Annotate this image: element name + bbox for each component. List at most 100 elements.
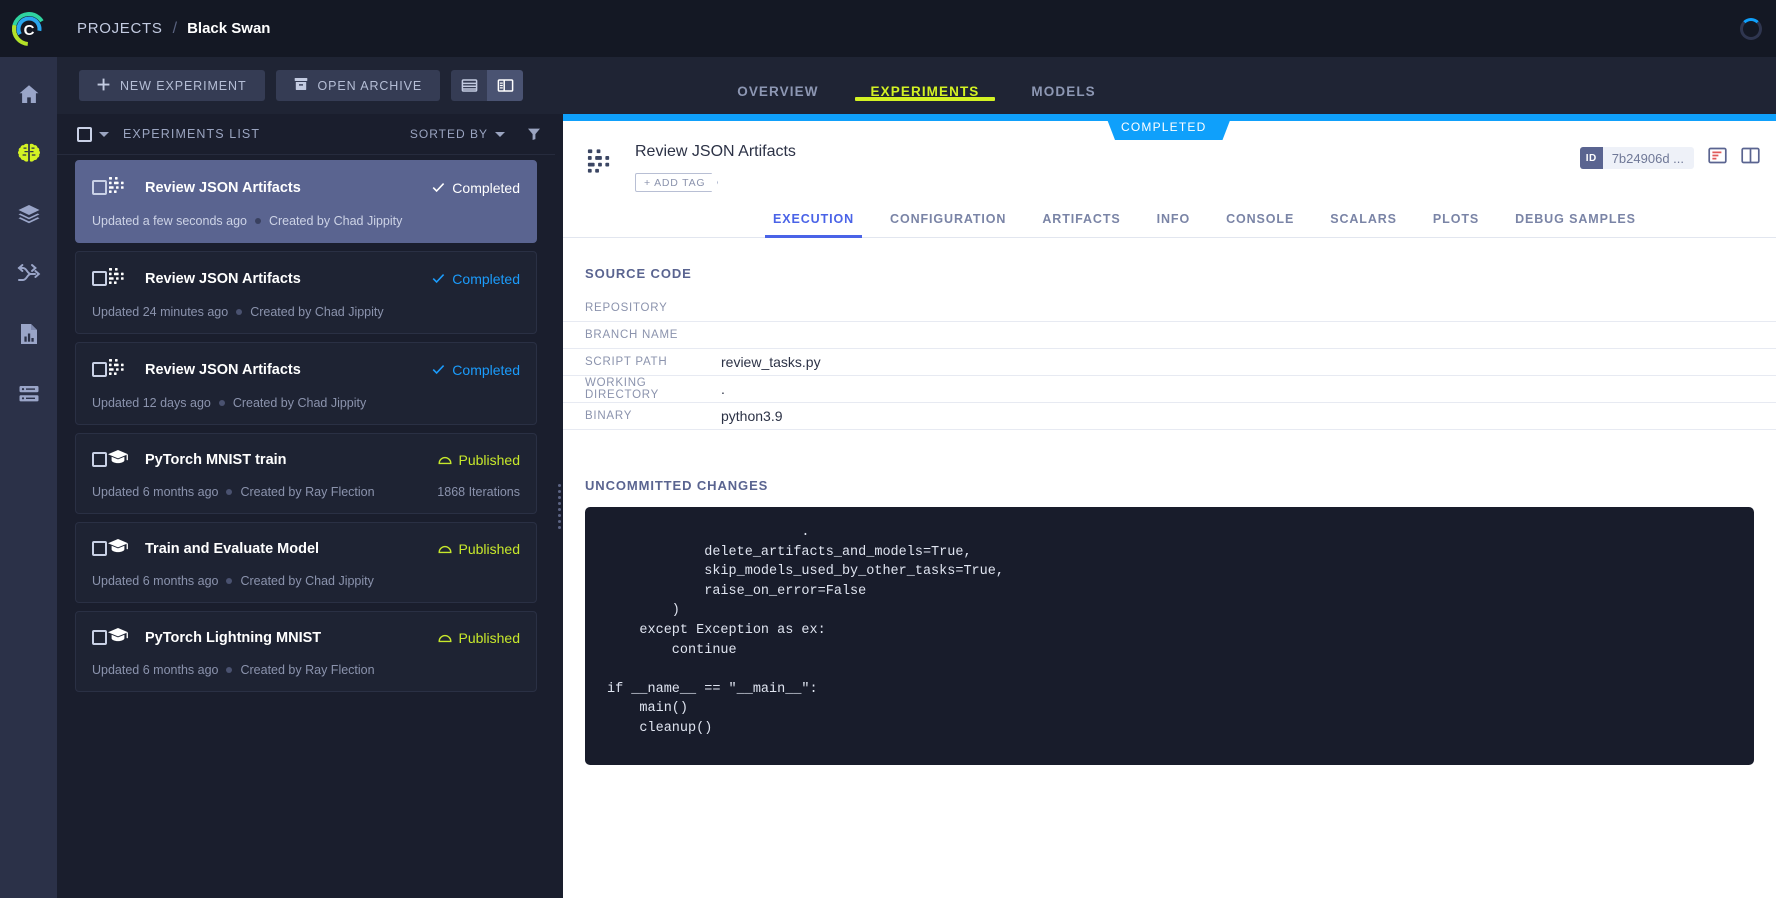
row-checkbox[interactable]: [92, 362, 107, 377]
sidebar-item-workflows[interactable]: [9, 255, 49, 293]
main-column: NEW EXPERIMENT OPEN ARCHIVE OVERVIEW EXP…: [57, 57, 1776, 898]
updated-text: Updated 24 minutes ago: [92, 305, 229, 319]
sorted-by-label: SORTED BY: [409, 127, 488, 141]
code-line: continue: [607, 642, 737, 658]
row-checkbox[interactable]: [92, 630, 107, 645]
list-item[interactable]: PyTorch MNIST train Published Updated 6 …: [75, 433, 537, 514]
new-experiment-button[interactable]: NEW EXPERIMENT: [79, 70, 265, 101]
row-checkbox[interactable]: [92, 271, 107, 286]
open-archive-button[interactable]: OPEN ARCHIVE: [275, 70, 441, 101]
check-icon: [432, 180, 445, 196]
source-code-section-title: SOURCE CODE: [585, 266, 692, 281]
row-key: WORKING DIRECTORY: [585, 377, 660, 401]
tab-debug-samples[interactable]: DEBUG SAMPLES: [1497, 212, 1654, 237]
compare-panel-icon[interactable]: [1741, 147, 1760, 169]
code-line: if __name__ == "__main__":: [607, 681, 818, 697]
code-line: main(): [607, 701, 689, 717]
list-item[interactable]: Train and Evaluate Model Published Updat…: [75, 522, 537, 603]
cloud-icon: [437, 630, 452, 646]
loading-spinner-icon: [1740, 17, 1762, 40]
list-item[interactable]: Review JSON Artifacts Completed Updated …: [75, 251, 537, 334]
row-value[interactable]: .: [721, 381, 725, 397]
list-item[interactable]: Review JSON Artifacts Completed Updated …: [75, 160, 537, 243]
open-archive-label: OPEN ARCHIVE: [317, 78, 423, 93]
code-line: raise_on_error=False: [607, 583, 867, 599]
list-item-primary-row: Review JSON Artifacts Completed: [92, 266, 520, 291]
check-icon: [432, 362, 445, 378]
status-badge: Published: [437, 541, 520, 557]
home-icon: [17, 82, 41, 106]
tab-console[interactable]: CONSOLE: [1208, 212, 1312, 237]
sidebar-item-datasets[interactable]: [9, 195, 49, 233]
list-item-name: PyTorch Lightning MNIST: [145, 629, 322, 646]
updated-text: Updated 12 days ago: [92, 396, 211, 410]
sidebar-item-reports[interactable]: [9, 315, 49, 353]
add-tag-button[interactable]: + ADD TAG: [635, 173, 718, 192]
row-value[interactable]: review_tasks.py: [721, 354, 821, 370]
tab-plots[interactable]: PLOTS: [1415, 212, 1497, 237]
list-item-primary-row: Review JSON Artifacts Completed: [92, 175, 520, 200]
row-value[interactable]: python3.9: [721, 408, 783, 424]
funnel-filter-icon[interactable]: [527, 127, 541, 141]
table-row: WORKING DIRECTORY .: [563, 376, 1776, 403]
experiments-list-scroll[interactable]: Review JSON Artifacts Completed Updated …: [57, 155, 555, 898]
tab-configuration[interactable]: CONFIGURATION: [872, 212, 1024, 237]
row-key: REPOSITORY: [585, 302, 668, 314]
sidebar-item-home[interactable]: [9, 75, 49, 113]
graduation-cap-icon: [107, 537, 129, 560]
tab-scalars[interactable]: SCALARS: [1312, 212, 1415, 237]
row-checkbox[interactable]: [92, 452, 107, 467]
tab-overview[interactable]: OVERVIEW: [711, 84, 844, 114]
code-line: except Exception as ex:: [607, 622, 826, 638]
meta-separator-dot: [226, 489, 233, 495]
top-bar: C PROJECTS / Black Swan: [0, 0, 1776, 57]
uncommitted-code-block[interactable]: . delete_artifacts_and_models=True, skip…: [585, 507, 1754, 765]
status-badge-completed: COMPLETED: [1095, 114, 1232, 140]
app-body: NEW EXPERIMENT OPEN ARCHIVE OVERVIEW EXP…: [0, 57, 1776, 898]
panel-resize-handle[interactable]: [555, 114, 563, 898]
list-item[interactable]: PyTorch Lightning MNIST Published Update…: [75, 611, 537, 692]
tab-artifacts[interactable]: ARTIFACTS: [1024, 212, 1138, 237]
select-all-checkbox[interactable]: [77, 126, 92, 142]
clearml-logo-icon[interactable]: C: [0, 0, 57, 57]
tab-models[interactable]: MODELS: [1005, 84, 1121, 114]
row-key: BRANCH NAME: [585, 329, 679, 341]
content-split: EXPERIMENTS LIST SORTED BY Review JSON A…: [57, 114, 1776, 898]
sidebar-item-workers[interactable]: [9, 375, 49, 413]
list-item[interactable]: Review JSON Artifacts Completed Updated …: [75, 342, 537, 425]
task-dots-icon: [107, 266, 129, 291]
list-item-meta-row: Updated 6 months ago Created by Chad Jip…: [92, 574, 520, 588]
breadcrumb-current-project: Black Swan: [187, 20, 271, 37]
tab-info[interactable]: INFO: [1139, 212, 1208, 237]
row-checkbox[interactable]: [92, 180, 107, 195]
experiment-id-badge[interactable]: ID 7b24906d ...: [1579, 147, 1694, 169]
chevron-down-icon: [495, 131, 505, 137]
detail-tabs: EXECUTION CONFIGURATION ARTIFACTS INFO C…: [563, 212, 1776, 238]
status-badge: Completed: [432, 180, 520, 196]
chevron-down-icon[interactable]: [99, 131, 109, 137]
sidebar-item-pipelines[interactable]: [9, 135, 49, 173]
breadcrumb-projects-link[interactable]: PROJECTS: [77, 20, 163, 37]
sorted-by-dropdown[interactable]: SORTED BY: [410, 127, 505, 141]
list-item-name: Train and Evaluate Model: [145, 540, 320, 557]
execution-tab-body: SOURCE CODE REPOSITORY BRANCH NAME SCRIP…: [563, 238, 1776, 898]
split-view-icon[interactable]: [487, 70, 524, 101]
updated-text: Updated a few seconds ago: [92, 214, 247, 228]
list-item-meta-row: Updated a few seconds ago Created by Cha…: [92, 214, 520, 228]
grip-dots-icon: [557, 483, 561, 529]
tab-execution[interactable]: EXECUTION: [755, 212, 872, 238]
experiments-list-title: EXPERIMENTS LIST: [123, 127, 261, 141]
page-title: Review JSON Artifacts: [635, 143, 796, 160]
tab-experiments[interactable]: EXPERIMENTS: [845, 84, 1006, 114]
details-panel-icon[interactable]: [1708, 147, 1727, 169]
detail-header-actions: ID 7b24906d ...: [1579, 143, 1760, 169]
row-checkbox[interactable]: [92, 541, 107, 556]
updated-text: Updated 6 months ago: [92, 663, 219, 677]
uncommitted-changes-section: UNCOMMITTED CHANGES . delete_artifacts_a…: [563, 478, 1776, 765]
created-by-text: Created by Chad Jippity: [240, 574, 374, 588]
table-row: BINARY python3.9: [563, 403, 1776, 430]
brain-icon: [16, 142, 42, 166]
experiment-detail-panel: COMPLETED Review JSON Artifacts + ADD TA…: [563, 114, 1776, 898]
table-view-icon[interactable]: [451, 70, 488, 101]
